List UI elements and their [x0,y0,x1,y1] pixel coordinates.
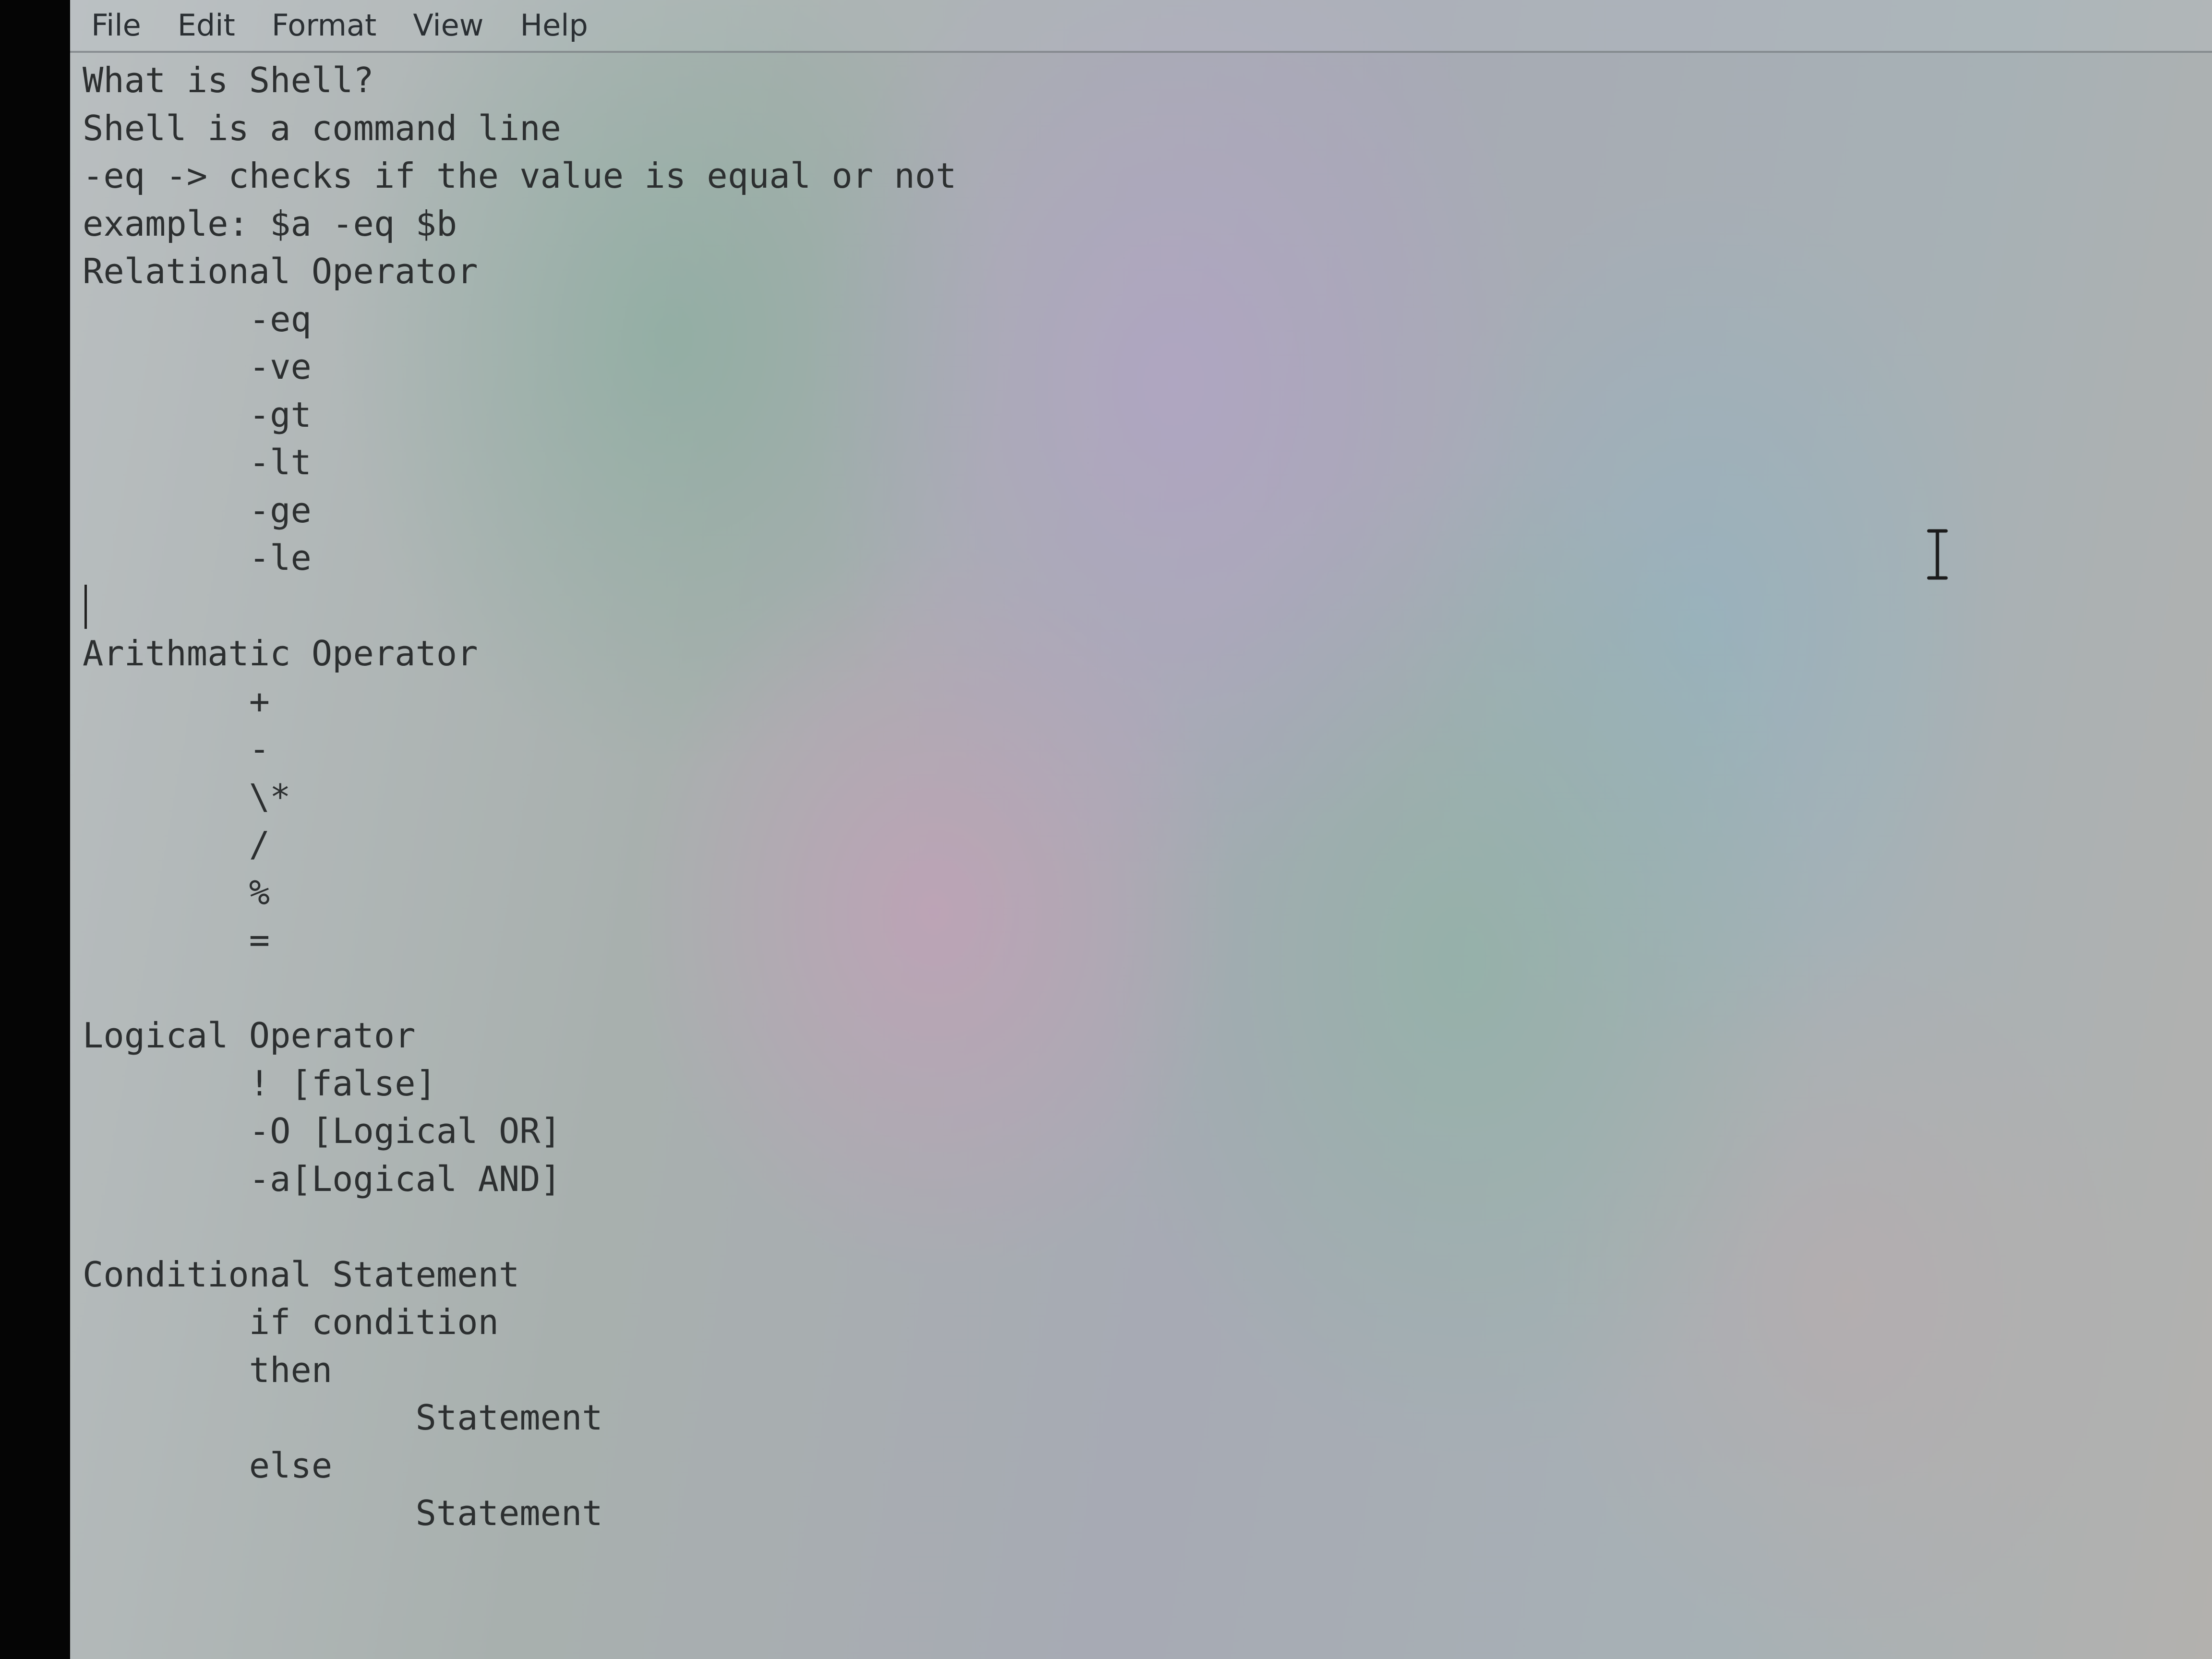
text-line [83,582,2185,630]
text-line: -gt [83,394,312,435]
text-line: -eq -> checks if the value is equal or n… [83,156,957,196]
notepad-window: File Edit Format View Help What is Shell… [70,0,2212,1659]
text-line: if condition [83,1302,499,1342]
text-line: Shell is a command line [83,108,561,148]
text-line: -O [Logical OR] [83,1111,561,1151]
text-line: \* [83,776,291,817]
text-line: % [83,872,270,913]
text-line: Logical Operator [83,1015,416,1056]
menu-help[interactable]: Help [520,11,588,40]
text-line: -lt [83,442,312,482]
text-line: What is Shell? [83,60,374,100]
text-line: -eq [83,299,312,339]
text-line: Statement [83,1493,603,1533]
text-line [83,964,2185,1012]
text-line: Relational Operator [83,251,478,291]
text-line: example: $a -eq $b [83,203,457,244]
text-line: -a[Logical AND] [83,1158,561,1199]
text-line: Conditional Statement [83,1254,520,1295]
text-line: -ve [83,347,312,387]
text-line: -ge [83,490,312,530]
text-line: - [83,729,270,769]
screen: File Edit Format View Help What is Shell… [0,0,2212,1659]
text-line: else [83,1445,333,1486]
menu-edit[interactable]: Edit [178,11,235,40]
text-line: Arithmatic Operator [83,633,478,673]
text-line: + [83,681,270,721]
i-beam-cursor-icon [1927,529,1948,580]
text-line: Statement [83,1397,603,1438]
menu-file[interactable]: File [91,11,141,40]
text-line [83,1203,2185,1251]
menu-view[interactable]: View [413,11,483,40]
menu-format[interactable]: Format [272,11,376,40]
text-line: ! [false] [83,1063,436,1104]
text-caret [84,585,87,629]
text-line: then [83,1349,333,1390]
menu-bar: File Edit Format View Help [70,0,2212,53]
text-line: = [83,920,270,960]
text-line: -le [83,538,312,578]
text-editor-area[interactable]: What is Shell? Shell is a command line -… [83,57,2185,1641]
text-line: / [83,824,270,865]
